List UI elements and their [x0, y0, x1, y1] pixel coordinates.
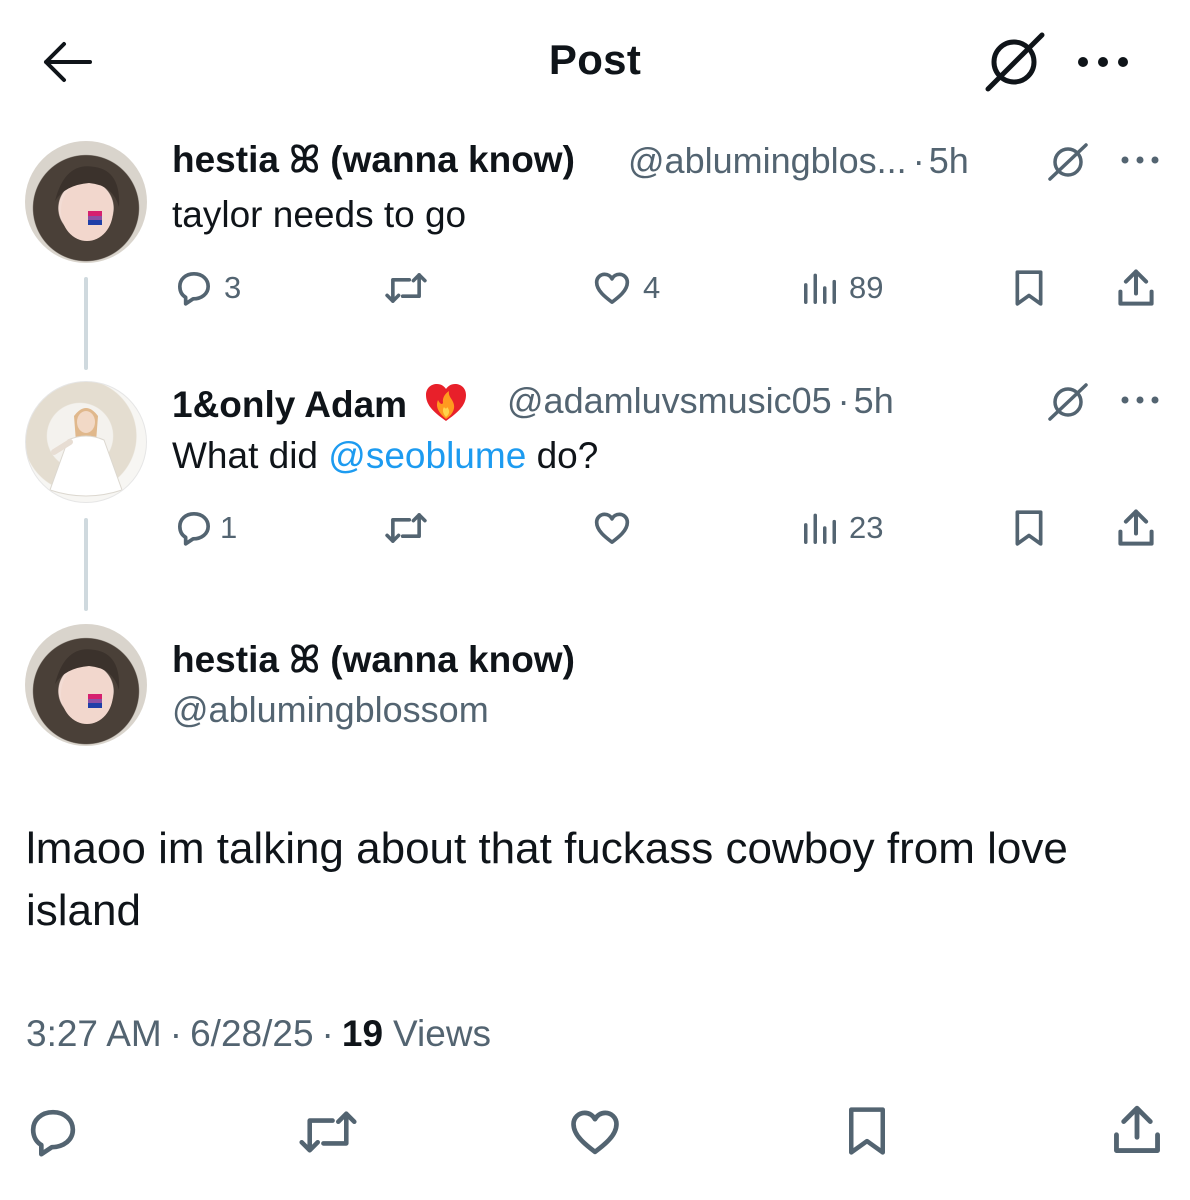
share-button[interactable]	[1114, 266, 1158, 310]
reply-icon	[178, 272, 211, 306]
user-handle[interactable]: @ablumingblossom	[172, 689, 489, 731]
views-label: Views	[393, 1013, 492, 1054]
views-icon	[804, 273, 836, 304]
reply-count: 1	[220, 510, 238, 545]
post-time[interactable]: 5h	[854, 380, 894, 421]
grok-button[interactable]	[982, 32, 1046, 92]
display-name[interactable]: hestia ꕤ (wanna know)	[172, 139, 575, 182]
separator: ·	[169, 1013, 183, 1054]
like-count: 4	[643, 270, 661, 305]
views-button[interactable]: 23	[801, 508, 883, 548]
avatar-image	[55, 649, 120, 724]
post-time[interactable]: 5h	[929, 140, 969, 181]
like-button[interactable]	[566, 1104, 624, 1160]
post-time[interactable]: 3:27 AM	[26, 1013, 162, 1054]
grok-button[interactable]	[1046, 382, 1090, 422]
repost-button[interactable]	[383, 268, 429, 308]
repost-icon	[299, 1111, 357, 1153]
grok-button[interactable]	[1046, 142, 1090, 182]
share-button[interactable]	[1114, 506, 1158, 550]
post-text: lmaoo im talking about that fuckass cowb…	[26, 824, 1068, 935]
mention-link[interactable]: @seoblume	[328, 435, 526, 476]
views-count: 19	[341, 1013, 384, 1054]
bookmark-button[interactable]	[840, 1100, 894, 1162]
more-icon	[1121, 396, 1159, 404]
like-button[interactable]: 4	[591, 268, 660, 308]
thread-post-1-meta: @ablumingblos... · 5h	[628, 140, 969, 182]
thread-line	[84, 518, 88, 611]
more-button[interactable]	[1076, 54, 1130, 70]
more-button[interactable]	[1120, 155, 1160, 165]
repost-button[interactable]	[296, 1104, 360, 1160]
post-text: taylor needs to go	[172, 194, 467, 235]
more-icon	[1121, 156, 1159, 164]
user-handle[interactable]: @adamluvsmusic05	[507, 380, 832, 421]
post-text: What did @seoblume do?	[172, 435, 599, 476]
more-icon	[1078, 57, 1128, 67]
separator: ·	[321, 1013, 334, 1054]
views-icon	[804, 513, 836, 544]
bookmark-button[interactable]	[1009, 506, 1049, 550]
views-count: 23	[849, 510, 884, 545]
views-button[interactable]: 89	[801, 268, 883, 308]
reply-button[interactable]: 3	[174, 268, 241, 308]
grok-icon	[985, 32, 1045, 92]
avatar-image	[55, 166, 120, 241]
more-button[interactable]	[1120, 395, 1160, 405]
share-button[interactable]	[1108, 1100, 1166, 1160]
share-icon	[1114, 1105, 1160, 1153]
bookmark-icon	[1015, 270, 1043, 306]
share-icon	[1118, 509, 1154, 546]
heart-icon	[594, 272, 630, 304]
bookmark-icon	[1015, 510, 1043, 546]
heart-icon	[571, 1110, 619, 1155]
reply-icon	[178, 512, 211, 546]
post-date[interactable]: 6/28/25	[190, 1013, 313, 1054]
like-button[interactable]	[591, 508, 633, 548]
separator: ·	[837, 380, 850, 421]
user-handle[interactable]: @ablumingblos...	[628, 140, 907, 181]
post-meta: 3:27 AM · 6/28/25 · 19 Views	[26, 1013, 491, 1055]
avatar[interactable]	[25, 381, 147, 503]
views-count: 89	[849, 270, 884, 305]
avatar-image	[49, 408, 123, 497]
reply-icon	[30, 1109, 76, 1157]
reply-button[interactable]	[24, 1104, 82, 1160]
thread-post-2-meta: @adamluvsmusic05 · 5h	[507, 380, 894, 422]
reply-count: 3	[224, 270, 242, 305]
separator: ·	[912, 140, 925, 181]
share-icon	[1118, 269, 1154, 306]
avatar[interactable]	[25, 624, 147, 746]
avatar[interactable]	[25, 141, 147, 263]
bookmark-button[interactable]	[1009, 266, 1049, 310]
repost-button[interactable]	[383, 508, 429, 548]
reply-button[interactable]: 1	[174, 508, 237, 548]
heart-on-fire-emoji	[423, 379, 469, 425]
grok-icon	[1048, 143, 1088, 181]
thread-line	[84, 277, 88, 370]
grok-icon	[1048, 383, 1088, 421]
display-name[interactable]: hestia ꕤ (wanna know)	[172, 639, 575, 682]
display-name[interactable]: 1&only Adam	[172, 379, 469, 426]
bookmark-icon	[849, 1107, 885, 1155]
repost-icon	[385, 273, 427, 303]
heart-icon	[594, 512, 630, 544]
repost-icon	[385, 513, 427, 543]
